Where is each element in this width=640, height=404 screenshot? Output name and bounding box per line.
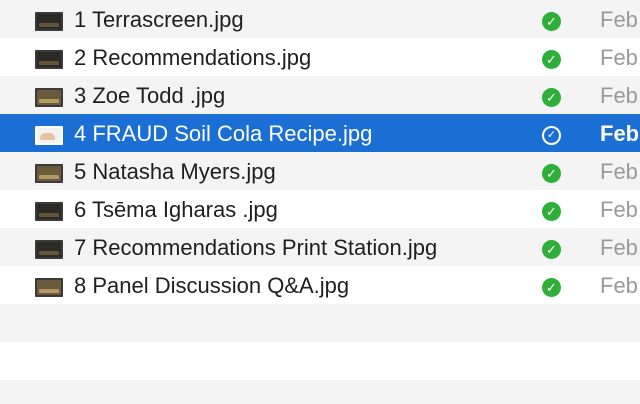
image-thumbnail-icon <box>35 88 63 107</box>
date-modified: Feb <box>600 197 638 222</box>
date-modified: Feb <box>600 235 638 260</box>
file-name: 3 Zoe Todd .jpg <box>74 83 226 108</box>
checkmark-circle-icon: ✓ <box>542 278 561 297</box>
file-row[interactable]: 1 Terrascreen.jpg ✓ Feb <box>0 0 640 38</box>
image-thumbnail-icon <box>35 126 63 145</box>
file-name: 2 Recommendations.jpg <box>74 45 312 70</box>
checkmark-circle-icon: ✓ <box>542 202 561 221</box>
empty-row <box>0 342 640 380</box>
date-modified: Feb <box>600 121 640 146</box>
file-row-selected[interactable]: 4 FRAUD Soil Cola Recipe.jpg ✓ Feb <box>0 114 640 152</box>
date-modified: Feb <box>600 45 638 70</box>
file-name: 1 Terrascreen.jpg <box>74 7 244 32</box>
image-thumbnail-icon <box>35 164 63 183</box>
date-modified: Feb <box>600 83 638 108</box>
image-thumbnail-icon <box>35 240 63 259</box>
image-thumbnail-icon <box>35 50 63 69</box>
image-thumbnail-icon <box>35 202 63 221</box>
file-row[interactable]: 7 Recommendations Print Station.jpg ✓ Fe… <box>0 228 640 266</box>
checkmark-circle-icon: ✓ <box>542 50 561 69</box>
file-name: 6 Tsēma Igharas .jpg <box>74 197 278 222</box>
image-thumbnail-icon <box>35 278 63 297</box>
date-modified: Feb <box>600 273 638 298</box>
empty-row <box>0 380 640 404</box>
file-row[interactable]: 8 Panel Discussion Q&A.jpg ✓ Feb <box>0 266 640 304</box>
checkmark-circle-icon: ✓ <box>542 88 561 107</box>
file-name: 8 Panel Discussion Q&A.jpg <box>74 273 350 298</box>
image-thumbnail-icon <box>35 12 63 31</box>
empty-row <box>0 304 640 342</box>
file-row[interactable]: 2 Recommendations.jpg ✓ Feb <box>0 38 640 76</box>
file-row[interactable]: 3 Zoe Todd .jpg ✓ Feb <box>0 76 640 114</box>
file-name: 4 FRAUD Soil Cola Recipe.jpg <box>74 121 373 146</box>
file-list: 1 Terrascreen.jpg ✓ Feb 2 Recommendation… <box>0 0 640 404</box>
checkmark-circle-icon: ✓ <box>542 12 561 31</box>
file-row[interactable]: 5 Natasha Myers.jpg ✓ Feb <box>0 152 640 190</box>
file-row[interactable]: 6 Tsēma Igharas .jpg ✓ Feb <box>0 190 640 228</box>
checkmark-circle-icon: ✓ <box>542 240 561 259</box>
checkmark-circle-icon: ✓ <box>542 126 561 145</box>
checkmark-circle-icon: ✓ <box>542 164 561 183</box>
file-name: 7 Recommendations Print Station.jpg <box>74 235 438 260</box>
date-modified: Feb <box>600 7 638 32</box>
date-modified: Feb <box>600 159 638 184</box>
file-name: 5 Natasha Myers.jpg <box>74 159 276 184</box>
